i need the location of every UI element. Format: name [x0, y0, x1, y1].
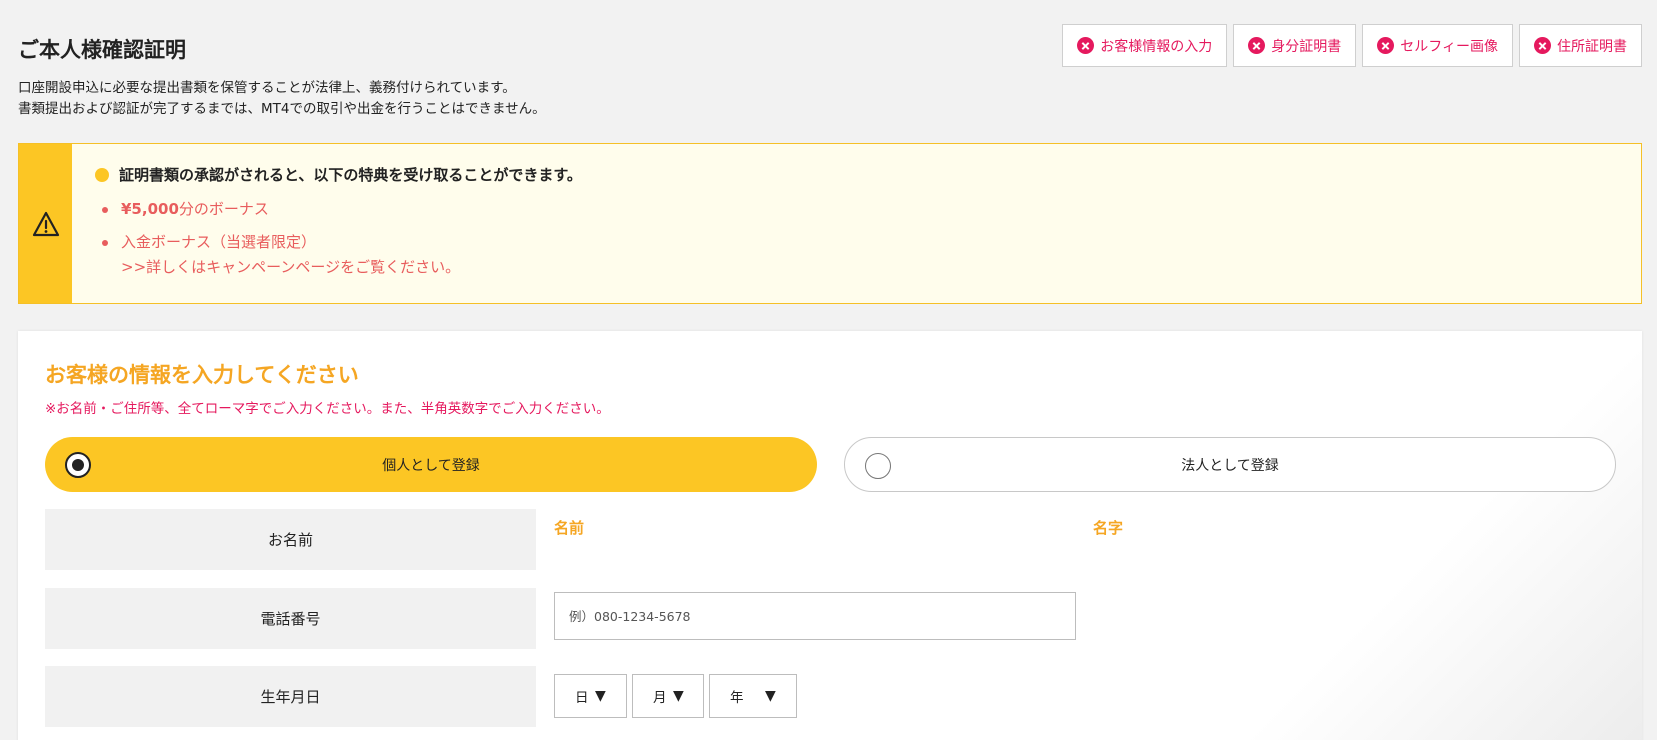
- verification-status-tabs: お客様情報の入力 身分証明書 セルフィー画像 住所証明書: [1062, 24, 1642, 67]
- bullet-dot-icon: [95, 167, 109, 182]
- radio-unchecked-icon: [865, 453, 891, 479]
- x-circle-icon: [1534, 37, 1551, 54]
- benefit-notice: 証明書類の承認がされると、以下の特典を受け取ることができます。 ¥5,000分の…: [18, 143, 1642, 304]
- tab-identity-document[interactable]: 身分証明書: [1233, 24, 1357, 67]
- radio-checked-icon: [65, 452, 91, 478]
- day-select[interactable]: 日 ▼: [554, 674, 627, 718]
- tab-customer-info[interactable]: お客様情報の入力: [1062, 24, 1228, 67]
- customer-info-form: お客様の情報を入力してください ※お名前・ご住所等、全てローマ字でご入力ください…: [18, 331, 1642, 740]
- notice-heading: 証明書類の承認がされると、以下の特典を受け取ることができます。: [95, 164, 582, 185]
- first-name-label: 名前: [554, 519, 585, 537]
- benefit-list: ¥5,000分のボーナス 入金ボーナス（当選者限定） >>詳しくはキャンペーンペ…: [95, 197, 582, 280]
- tab-label: 身分証明書: [1271, 38, 1342, 55]
- bonus-suffix: 分のボーナス: [178, 200, 269, 218]
- page-title: ご本人様確認証明: [18, 38, 186, 62]
- notice-heading-text: 証明書類の承認がされると、以下の特典を受け取ることができます。: [119, 166, 582, 184]
- benefit-item: 入金ボーナス（当選者限定） >>詳しくはキャンペーンページをご覧ください。: [95, 230, 582, 280]
- year-select-value: 年: [730, 690, 744, 706]
- x-circle-icon: [1377, 37, 1395, 54]
- tab-label: 住所証明書: [1557, 38, 1627, 55]
- intro-line: 口座開設申込に必要な提出書類を保管することが法律上、義務付けられています。: [18, 80, 516, 96]
- chevron-down-icon: ▼: [673, 688, 684, 704]
- intro-text: 口座開設申込に必要な提出書類を保管することが法律上、義務付けられています。 書類…: [18, 78, 546, 120]
- radio-label: 法人として登録: [1181, 457, 1279, 474]
- chevron-down-icon: ▼: [595, 688, 606, 704]
- name-row-label: お名前: [45, 509, 536, 570]
- warning-icon: [32, 211, 59, 236]
- tab-label: セルフィー画像: [1400, 38, 1498, 55]
- benefit-item: ¥5,000分のボーナス: [95, 197, 582, 222]
- phone-row-label: 電話番号: [45, 588, 536, 649]
- tab-address-proof[interactable]: 住所証明書: [1519, 24, 1642, 67]
- last-name-label: 名字: [1093, 519, 1124, 537]
- form-title: お客様の情報を入力してください: [45, 363, 359, 387]
- register-individual-radio[interactable]: 個人として登録: [45, 437, 817, 492]
- deposit-bonus-text: 入金ボーナス（当選者限定）: [121, 233, 317, 251]
- tab-selfie-image[interactable]: セルフィー画像: [1362, 24, 1513, 67]
- birthdate-row-label: 生年月日: [45, 666, 536, 727]
- phone-input[interactable]: [554, 592, 1076, 640]
- notice-body: 証明書類の承認がされると、以下の特典を受け取ることができます。 ¥5,000分の…: [95, 164, 582, 288]
- radio-label: 個人として登録: [382, 457, 480, 474]
- chevron-down-icon: ▼: [765, 688, 776, 704]
- campaign-link[interactable]: >>詳しくはキャンペーンページをご覧ください。: [121, 255, 582, 280]
- day-select-value: 日: [575, 690, 589, 706]
- month-select[interactable]: 月 ▼: [632, 674, 704, 718]
- tab-label: お客様情報の入力: [1100, 38, 1213, 55]
- year-select[interactable]: 年 ▼: [709, 674, 797, 718]
- notice-sidebar: [19, 144, 72, 303]
- x-circle-icon: [1248, 37, 1266, 54]
- x-circle-icon: [1077, 37, 1095, 54]
- form-note: ※お名前・ご住所等、全てローマ字でご入力ください。また、半角英数字でご入力くださ…: [45, 401, 610, 417]
- bonus-amount: ¥5,000: [121, 200, 179, 218]
- register-corporate-radio[interactable]: 法人として登録: [844, 437, 1616, 492]
- intro-line: 書類提出および認証が完了するまでは、MT4での取引や出金を行うことはできません。: [18, 101, 546, 117]
- month-select-value: 月: [653, 690, 667, 706]
